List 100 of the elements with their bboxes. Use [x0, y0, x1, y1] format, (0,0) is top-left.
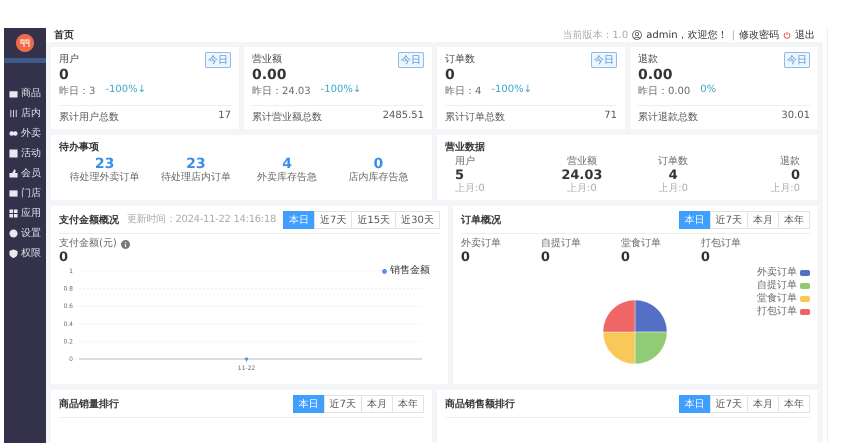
- stat-label: 退款: [638, 52, 658, 66]
- metric-value: 0: [59, 250, 68, 265]
- metric-value: 5: [455, 168, 464, 183]
- metric-label: 退款: [780, 156, 800, 168]
- menu-icon: [9, 88, 18, 98]
- last-month-text: 上月:0: [455, 183, 485, 195]
- menu-icon: [9, 108, 18, 118]
- total-label: 累计营业额总数: [252, 110, 322, 124]
- menu-icon: [9, 188, 18, 198]
- metric-value: 4: [668, 168, 678, 183]
- period-tab[interactable]: 近15天: [351, 211, 396, 229]
- period-tab[interactable]: 近7天: [710, 395, 748, 413]
- user-icon: [632, 30, 642, 40]
- today-badge: 今日: [205, 52, 231, 68]
- stat-label: 订单数: [445, 52, 475, 66]
- stat-value: 0: [445, 68, 456, 83]
- last-month-text: 上月:0: [567, 183, 597, 195]
- legend-label: 销售金额: [390, 265, 430, 277]
- panel-title: 商品销量排行: [59, 397, 119, 411]
- period-tab[interactable]: 近7天: [314, 211, 352, 229]
- stat-value: 0.00: [252, 68, 288, 83]
- menu-icon: [9, 168, 18, 178]
- metric-value: 0: [620, 250, 630, 265]
- stat-value: 0.00: [638, 68, 674, 83]
- today-badge: 今日: [591, 52, 617, 68]
- total-value: 71: [604, 110, 617, 123]
- change-text: 0%: [700, 84, 716, 97]
- total-label: 累计用户总数: [59, 110, 119, 124]
- logout-link[interactable]: 退出: [795, 28, 815, 42]
- sidebar-item[interactable]: 店内: [4, 103, 46, 123]
- period-tab[interactable]: 本月: [361, 395, 393, 413]
- collapse-bar[interactable]: [4, 58, 46, 63]
- period-tab[interactable]: 近30天: [395, 211, 440, 229]
- legend-label: 外卖订单: [757, 267, 797, 279]
- change-text: -100%↓: [105, 84, 146, 97]
- total-label: 累计订单总数: [445, 110, 505, 124]
- last-month-text: 上月:0: [770, 183, 800, 195]
- yesterday-text: 昨日：4: [445, 85, 482, 98]
- change-password-link[interactable]: 修改密码: [739, 28, 779, 42]
- change-text: -100%↓: [491, 84, 532, 97]
- sidebar-item[interactable]: 商品: [4, 83, 46, 103]
- info-icon: [120, 240, 130, 248]
- panel-title: 支付金额概况: [59, 213, 119, 227]
- page-title: 首页: [54, 28, 74, 42]
- total-label: 累计退款总数: [638, 110, 698, 124]
- sidebar-item[interactable]: 应用: [4, 203, 46, 223]
- menu-icon: [9, 248, 18, 258]
- period-tab[interactable]: 本年: [778, 211, 810, 229]
- todo-count: 23: [94, 156, 114, 172]
- period-tab[interactable]: 本年: [392, 395, 424, 413]
- todo-label: 外卖库存告急: [257, 172, 318, 184]
- panel-title: 待办事项: [59, 140, 100, 154]
- period-tab[interactable]: 近7天: [324, 395, 362, 413]
- menu-icon: [9, 128, 18, 138]
- sidebar-item[interactable]: 外卖: [4, 123, 46, 143]
- legend-label: 自提订单: [757, 280, 797, 292]
- metric-label: 外卖订单: [460, 238, 501, 250]
- panel-title: 商品销售额排行: [445, 397, 515, 411]
- metric-label: 打包订单: [700, 238, 741, 250]
- logo-icon: [16, 34, 34, 52]
- version-text: 当前版本：1.0: [562, 28, 628, 42]
- sidebar-item[interactable]: 会员: [4, 163, 46, 183]
- sidebar-item[interactable]: 活动: [4, 143, 46, 163]
- metric-value: 0: [460, 250, 470, 265]
- period-tab[interactable]: 本年: [778, 395, 810, 413]
- metric-value: 24.03: [561, 168, 602, 183]
- today-badge: 今日: [398, 52, 424, 68]
- data-point: [244, 357, 248, 361]
- welcome-text: admin，欢迎您！: [646, 28, 728, 42]
- menu-icon: [9, 228, 18, 238]
- stat-label: 用户: [59, 52, 79, 66]
- change-text: -100%↓: [320, 84, 362, 97]
- metric-label: 自提订单: [540, 238, 581, 250]
- update-time: 更新时间：2024-11-22 14:16:18: [127, 214, 276, 226]
- period-tab[interactable]: 本月: [747, 395, 779, 413]
- metric-value: 0: [790, 168, 800, 183]
- yesterday-text: 昨日：24.03: [252, 85, 311, 98]
- metric-value: 0: [540, 250, 550, 265]
- metric-label: 支付金额(元): [59, 238, 117, 250]
- yesterday-text: 昨日：0.00: [638, 85, 690, 98]
- period-tab[interactable]: 本月: [747, 211, 779, 229]
- separator-text: |: [732, 30, 735, 40]
- total-value: 30.01: [781, 110, 810, 123]
- stat-label: 营业额: [252, 52, 282, 66]
- panel-title: 订单概况: [460, 214, 501, 227]
- sidebar-item[interactable]: 设置: [4, 223, 46, 243]
- total-value: 2485.51: [382, 110, 424, 123]
- menu-icon: [9, 208, 18, 218]
- metric-label: 订单数: [658, 156, 688, 168]
- power-icon: [783, 31, 791, 39]
- metric-label: 用户: [455, 156, 475, 168]
- sidebar-item[interactable]: 门店: [4, 183, 46, 203]
- stat-value: 0: [59, 68, 70, 83]
- period-tab[interactable]: 近7天: [710, 211, 748, 229]
- menu-icon: [9, 148, 18, 158]
- sidebar-item[interactable]: 权限: [4, 243, 46, 263]
- metric-label: 堂食订单: [620, 238, 661, 250]
- metric-label: 营业额: [566, 156, 597, 168]
- todo-label: 待处理店内订单: [160, 172, 231, 184]
- pie-drawing: [601, 298, 670, 366]
